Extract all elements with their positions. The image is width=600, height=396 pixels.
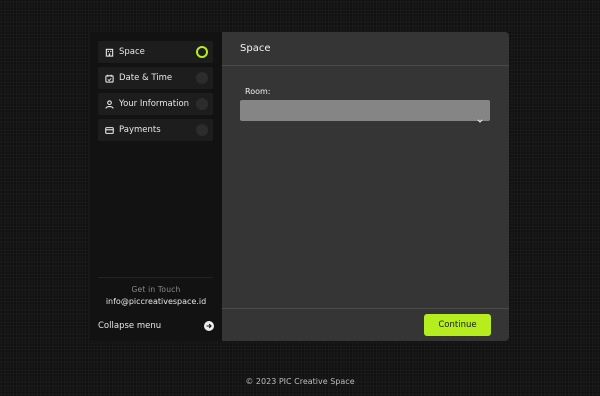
step-status — [196, 72, 208, 84]
room-label: Room: — [245, 87, 271, 96]
copyright-text: © 2023 PIC Creative Space — [245, 377, 355, 386]
contact-title: Get in Touch — [131, 285, 181, 294]
arrow-right-icon[interactable] — [204, 321, 214, 331]
page-title: Space — [240, 43, 271, 54]
footer-divider — [222, 308, 509, 309]
step-label: Your Information — [119, 99, 190, 109]
room-select[interactable] — [240, 100, 490, 123]
divider — [98, 277, 213, 278]
contact-block: Get in Touch info@piccreativespace.id — [90, 285, 222, 306]
step-date-time[interactable]: Date & Time — [98, 67, 213, 89]
main-content: Space Room: Continue — [222, 32, 509, 341]
step-your-information[interactable]: Your Information — [98, 93, 213, 115]
step-space[interactable]: Space — [98, 41, 213, 63]
calendar-icon — [104, 73, 114, 83]
step-status — [196, 124, 208, 136]
user-icon — [104, 99, 114, 109]
continue-button[interactable]: Continue — [424, 314, 491, 336]
step-payments[interactable]: Payments — [98, 119, 213, 141]
step-status — [196, 98, 208, 110]
sidebar: Space Date & Time Your Information Payme… — [90, 32, 222, 341]
contact-email[interactable]: info@piccreativespace.id — [90, 297, 222, 306]
step-status-active — [196, 46, 208, 58]
collapse-menu-button[interactable]: Collapse menu — [98, 320, 214, 332]
step-label: Space — [119, 47, 145, 57]
step-label: Date & Time — [119, 73, 173, 83]
chevron-down-icon — [477, 108, 483, 127]
step-label: Payments — [119, 125, 161, 135]
collapse-menu-label: Collapse menu — [98, 321, 162, 331]
content-header: Space — [222, 32, 509, 66]
building-icon — [104, 47, 114, 57]
booking-panel: Space Date & Time Your Information Payme… — [90, 32, 509, 341]
card-icon — [104, 125, 114, 135]
